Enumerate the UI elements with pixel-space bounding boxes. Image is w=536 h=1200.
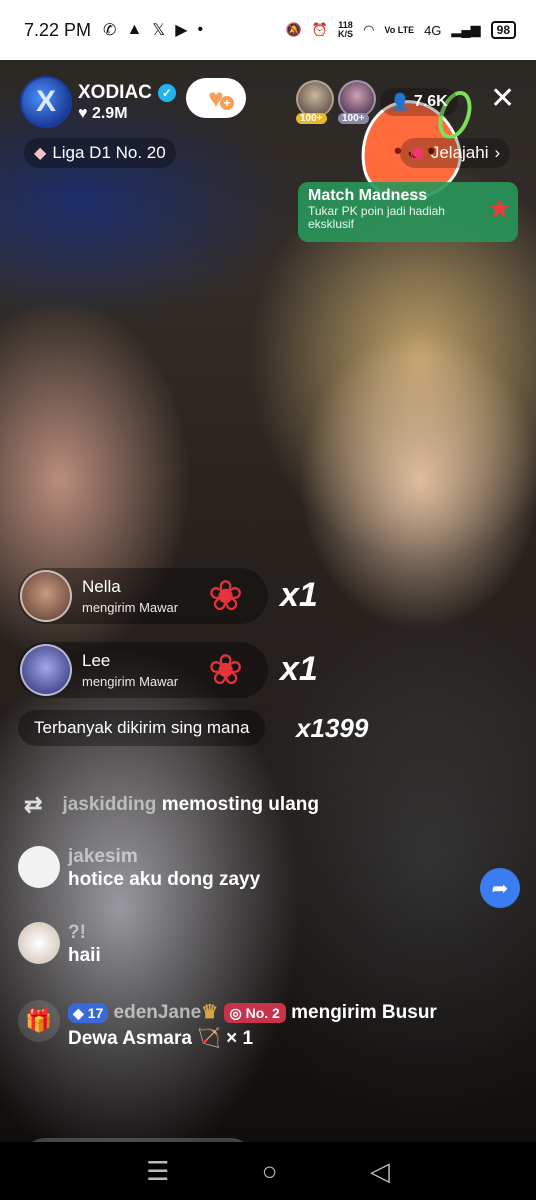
rose-icon: ❀: [208, 572, 244, 619]
x-icon: 𝕏: [152, 22, 166, 39]
recents-icon[interactable]: ☰: [146, 1156, 169, 1187]
league-badge[interactable]: ◆ Liga D1 No. 20: [24, 138, 176, 168]
host-name-row: XODIAC ✓: [78, 82, 176, 104]
gift-notification: Nella mengirim Mawar ❀: [18, 568, 268, 624]
viewer-count[interactable]: 👤 7.6K: [380, 88, 458, 116]
chat-message: ?! haii: [18, 922, 101, 968]
status-bar: 7.22 PM ✆ ▲ 𝕏 ▶ • 🔕 ⏰ 118 K/S ◠ Vo LTE 4G…: [0, 0, 536, 60]
bottom-action-bar: 👥 ❀ 🎁 ➦: [0, 1128, 536, 1142]
warning-icon: ▲: [126, 21, 143, 38]
chat-message: jakesim hotice aku dong zayy: [18, 846, 260, 892]
play-icon: ▶: [175, 22, 188, 39]
close-button[interactable]: ✕: [490, 84, 515, 114]
heart-icon: ♥: [78, 104, 88, 122]
top-gift-count: x1399: [296, 713, 369, 743]
explore-button[interactable]: ◉ Jelajahi ›: [400, 138, 511, 168]
viewer-avatar[interactable]: 100+: [338, 80, 376, 124]
chat-username[interactable]: edenJane: [114, 1002, 202, 1023]
chat-avatar[interactable]: [18, 846, 60, 888]
gift-text: mengirim Busur: [291, 1002, 437, 1023]
sender-avatar[interactable]: [20, 570, 72, 622]
gift-action: mengirim Mawar: [82, 674, 179, 689]
chat-text: haii: [68, 945, 101, 966]
trophy-icon: ★: [486, 193, 512, 224]
live-video[interactable]: X XODIAC ✓ ♥ 2.9M ♥ + • ᴗ • 100+ 100+ 👤 …: [0, 60, 536, 1142]
battery-level: 98: [490, 21, 516, 39]
top-gift-label[interactable]: Terbanyak dikirim sing mana: [18, 710, 266, 746]
promo-title: Match Madness: [308, 187, 428, 204]
league-label: Liga D1 No. 20: [52, 143, 166, 162]
network-label: 4G: [424, 22, 442, 38]
wifi-icon: ◠: [363, 22, 375, 37]
gift-box-icon: 🎁: [18, 1000, 60, 1042]
diamond-icon: ◆: [34, 145, 47, 162]
gift-message-count: × 1: [226, 1028, 254, 1049]
notification-icons: ✆ ▲ 𝕏 ▶ •: [103, 20, 203, 40]
verified-icon: ✓: [157, 83, 176, 102]
viewer-badge: 100+: [338, 113, 369, 124]
plus-icon: +: [220, 96, 234, 110]
repost-text: memosting ulang: [161, 794, 319, 815]
gift-count: x1: [280, 650, 318, 688]
gift-text-2: Dewa Asmara: [68, 1028, 192, 1049]
lips-icon: ◉: [410, 143, 425, 162]
gift-action: mengirim Mawar: [82, 600, 179, 615]
home-icon[interactable]: ○: [262, 1156, 278, 1187]
rose-icon: ❀: [208, 646, 244, 693]
host-likes: ♥ 2.9M: [78, 104, 128, 122]
signal-icon: ▂▄▆: [451, 22, 481, 37]
back-icon[interactable]: ◁: [370, 1156, 390, 1187]
explore-label: Jelajahi: [430, 143, 489, 162]
top-viewers[interactable]: 100+ 100+: [296, 80, 376, 124]
bow-icon: 🏹: [197, 1028, 221, 1049]
system-nav-bar: ☰ ○ ◁: [0, 1142, 536, 1200]
repost-message: ⇄ jaskidding memosting ulang: [24, 792, 319, 818]
share-fab-button[interactable]: ➦: [480, 868, 520, 908]
host-profile[interactable]: X XODIAC ✓ ♥ 2.9M: [20, 76, 176, 128]
sender-name: Lee: [82, 651, 111, 670]
host-name: XODIAC: [78, 81, 152, 103]
dot-icon: •: [197, 21, 204, 38]
system-icons: 🔕 ⏰ 118 K/S ◠ Vo LTE 4G ▂▄▆ 98: [286, 21, 516, 39]
follow-button[interactable]: ♥ +: [186, 78, 246, 118]
chat-username[interactable]: jakesim: [68, 846, 260, 868]
match-madness-banner[interactable]: Match Madness Tukar PK poin jadi hadiah …: [298, 182, 518, 242]
chat-text: hotice aku dong zayy: [68, 869, 261, 890]
person-icon: 👤: [390, 94, 410, 111]
gift-chat-message: 🎁 ◆ 17 edenJane♛ ◎ No. 2 mengirim Busur …: [18, 1000, 518, 1052]
repost-icon: ⇄: [24, 792, 43, 817]
status-time: 7.22 PM: [24, 19, 92, 40]
sender-name: Nella: [82, 577, 121, 596]
host-avatar[interactable]: X: [20, 76, 72, 128]
chat-username[interactable]: ?!: [68, 922, 101, 944]
volte-label: Vo LTE: [384, 24, 415, 35]
alarm-icon: ⏰: [311, 22, 329, 37]
mute-icon: 🔕: [285, 22, 302, 37]
promo-subtitle: Tukar PK poin jadi hadiah eksklusif: [308, 204, 445, 231]
viewer-badge: 100+: [296, 113, 327, 124]
whatsapp-icon: ✆: [103, 22, 117, 39]
chat-avatar[interactable]: [18, 922, 60, 964]
chevron-right-icon: ›: [494, 143, 501, 162]
crown-icon: ♛: [201, 1002, 219, 1023]
viewer-avatar[interactable]: 100+: [296, 80, 334, 124]
sender-avatar[interactable]: [20, 644, 72, 696]
chat-username[interactable]: jaskidding: [62, 794, 156, 815]
net-speed: 118 K/S: [338, 20, 354, 39]
gift-count: x1: [280, 576, 318, 614]
rank-badge: ◎ No. 2: [223, 1003, 286, 1023]
gift-notification: Lee mengirim Mawar ❀: [18, 642, 268, 698]
level-badge: ◆ 17: [68, 1003, 109, 1023]
